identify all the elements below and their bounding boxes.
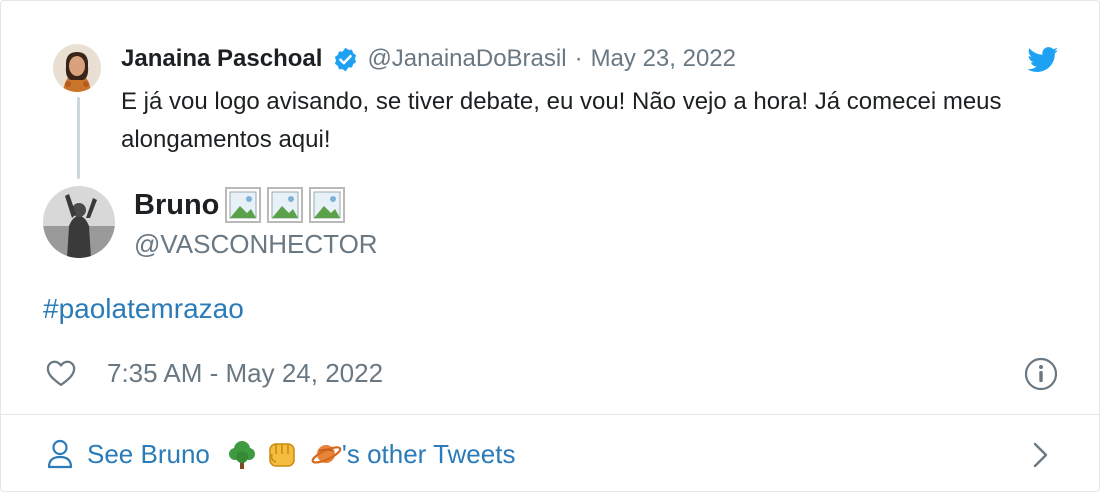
heart-icon[interactable]	[46, 359, 76, 387]
author-name-row: Bruno	[134, 187, 346, 223]
hashtag-link[interactable]: #paolatemrazao	[43, 293, 244, 325]
verified-badge-icon	[332, 46, 359, 73]
raised-fist-emoji-icon	[266, 438, 298, 470]
author-avatar[interactable]	[43, 186, 115, 258]
author-handle[interactable]: @VASCONHECTOR	[134, 229, 378, 260]
embedded-tweet-card: Janaina Paschoal @JanainaDoBrasil · May …	[0, 0, 1100, 492]
author-name[interactable]: Bruno	[134, 189, 219, 222]
tree-emoji-icon	[226, 438, 258, 470]
chevron-right-icon[interactable]	[1031, 441, 1051, 469]
broken-image-icon	[309, 187, 346, 223]
broken-image-icon	[225, 187, 262, 223]
tweet-timestamp[interactable]: 7:35 AM - May 24, 2022	[107, 358, 383, 389]
parent-tweet-date[interactable]: May 23, 2022	[591, 45, 736, 73]
footer-prefix: See Bruno	[87, 438, 210, 469]
see-other-tweets-text[interactable]: See Bruno 's other Tweets	[87, 438, 515, 470]
thread-connector-line	[77, 97, 80, 179]
broken-image-icon	[267, 187, 304, 223]
parent-author-name[interactable]: Janaina Paschoal	[121, 45, 322, 73]
planet-emoji-icon	[310, 438, 342, 470]
twitter-bird-icon[interactable]	[1027, 47, 1059, 73]
parent-tweet-text: E já vou logo avisando, se tiver debate,…	[121, 88, 1002, 153]
footer-suffix: 's other Tweets	[341, 438, 516, 469]
info-icon[interactable]	[1024, 357, 1058, 391]
parent-author-handle[interactable]: @JanainaDoBrasil	[367, 45, 566, 73]
parent-tweet-header: Janaina Paschoal @JanainaDoBrasil · May …	[121, 45, 736, 73]
separator-dot: ·	[574, 45, 583, 72]
parent-author-avatar[interactable]	[53, 44, 101, 92]
person-icon	[47, 439, 73, 469]
